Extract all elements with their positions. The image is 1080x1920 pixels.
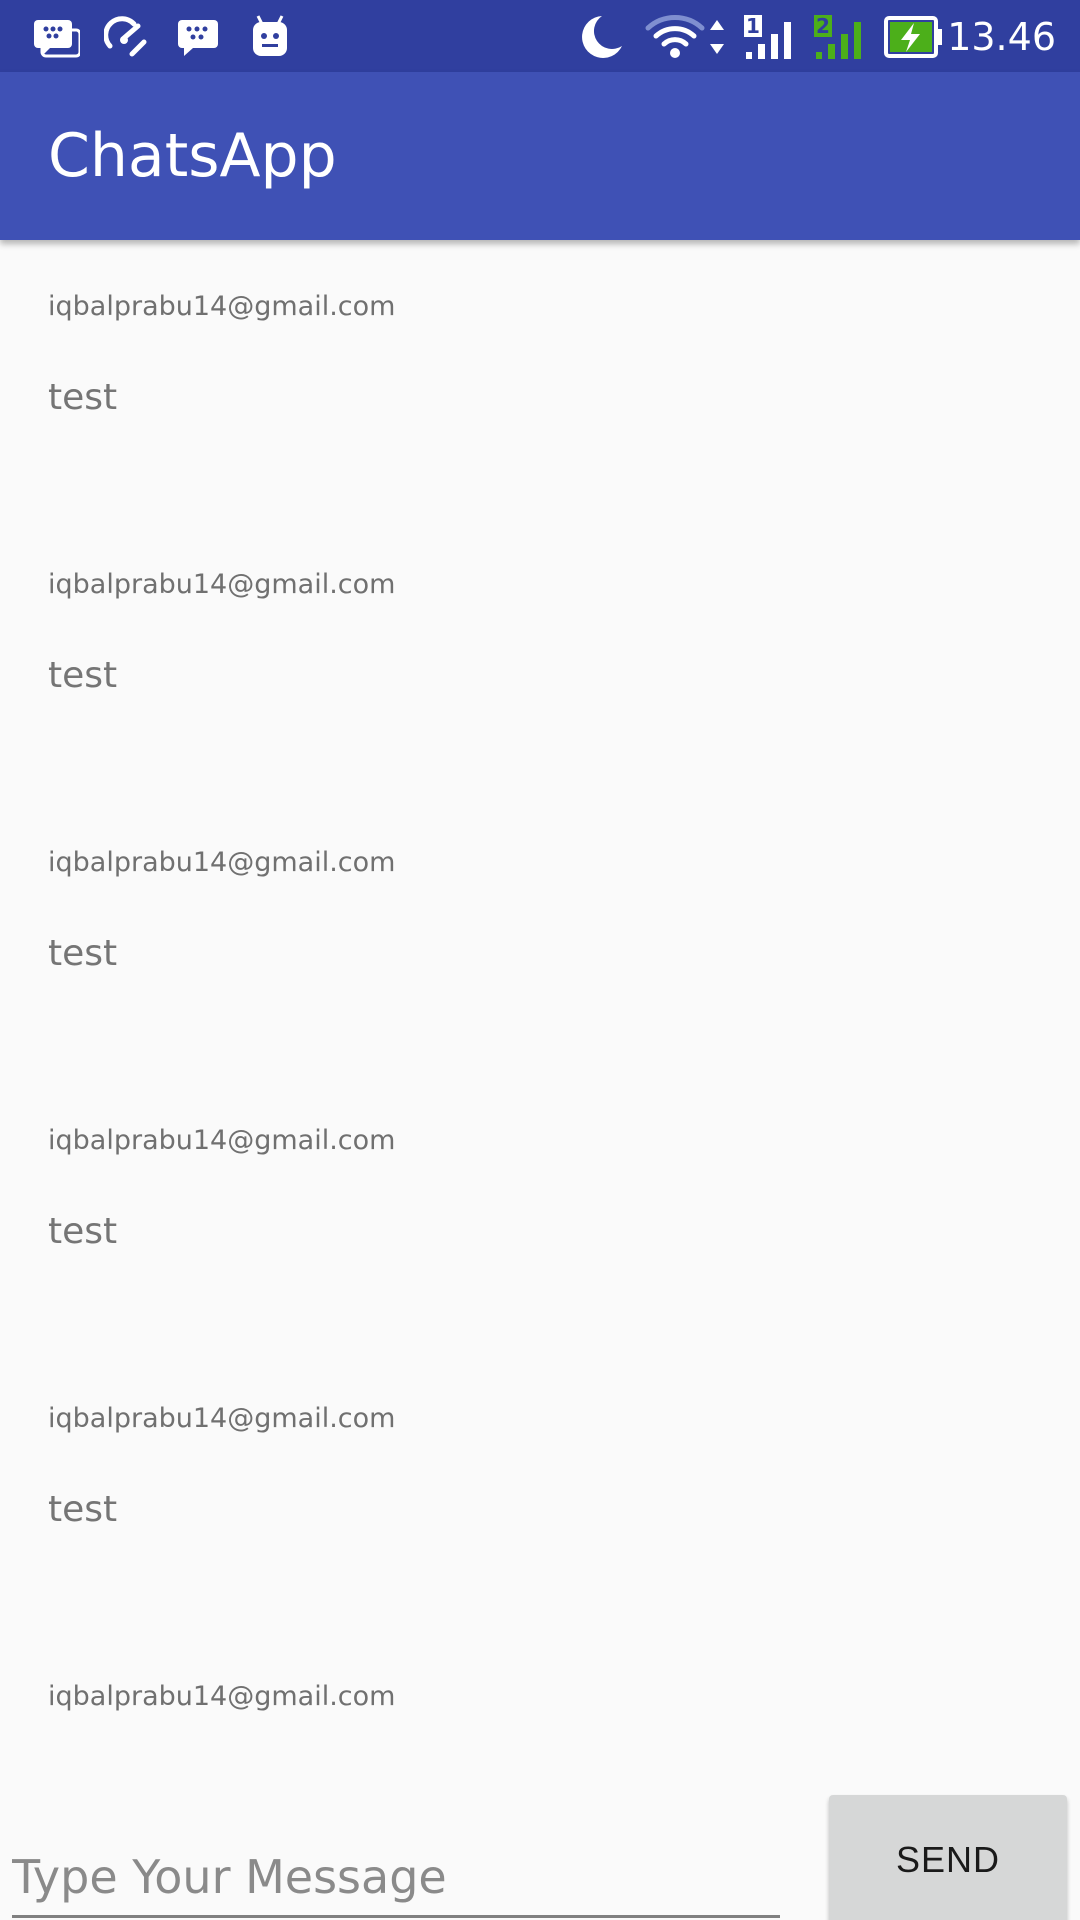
night-mode-icon <box>582 16 622 58</box>
sim2-label: 2 <box>816 14 830 38</box>
message-text: test <box>48 1211 118 1252</box>
message-text: test <box>48 1489 118 1530</box>
message-composer: SEND <box>0 1770 1080 1920</box>
app-bar: ChatsApp <box>0 72 1080 240</box>
message-sender: iqbalprabu14@gmail.com <box>48 291 396 322</box>
message-item: iqbalprabu14@gmail.com test <box>0 240 1080 518</box>
message-input[interactable] <box>12 1838 780 1918</box>
bbm-chat-icon <box>178 20 218 56</box>
message-item: iqbalprabu14@gmail.com test <box>0 1074 1080 1352</box>
message-sender: iqbalprabu14@gmail.com <box>48 1125 396 1156</box>
message-item: iqbalprabu14@gmail.com <box>0 1630 1080 1770</box>
message-sender: iqbalprabu14@gmail.com <box>48 847 396 878</box>
send-button[interactable]: SEND <box>829 1795 1067 1920</box>
chat-screen: 1 2 13.46 ChatsApp iqbalprabu14@gmail.co… <box>0 0 1080 1920</box>
message-text: test <box>48 933 118 974</box>
message-item: iqbalprabu14@gmail.com test <box>0 518 1080 796</box>
battery-charging-icon <box>884 16 942 58</box>
app-title: ChatsApp <box>48 121 337 191</box>
sim1-label: 1 <box>746 14 760 38</box>
bbm-notification-icon <box>34 20 80 58</box>
message-text: test <box>48 377 118 418</box>
message-list[interactable]: iqbalprabu14@gmail.com test iqbalprabu14… <box>0 240 1080 1770</box>
signal-sim2-icon: 2 <box>814 14 861 59</box>
message-item: iqbalprabu14@gmail.com test <box>0 1352 1080 1630</box>
message-sender: iqbalprabu14@gmail.com <box>48 1681 396 1712</box>
wifi-icon <box>645 15 705 58</box>
data-arrows-icon <box>710 20 724 54</box>
android-icon <box>253 15 287 56</box>
message-sender: iqbalprabu14@gmail.com <box>48 569 396 600</box>
message-text: test <box>48 655 118 696</box>
message-sender: iqbalprabu14@gmail.com <box>48 1403 396 1434</box>
status-time: 13.46 <box>947 15 1056 59</box>
status-bar: 1 2 13.46 <box>0 0 1080 72</box>
speed-tool-icon <box>104 16 147 57</box>
signal-sim1-icon: 1 <box>744 14 791 59</box>
message-item: iqbalprabu14@gmail.com test <box>0 796 1080 1074</box>
